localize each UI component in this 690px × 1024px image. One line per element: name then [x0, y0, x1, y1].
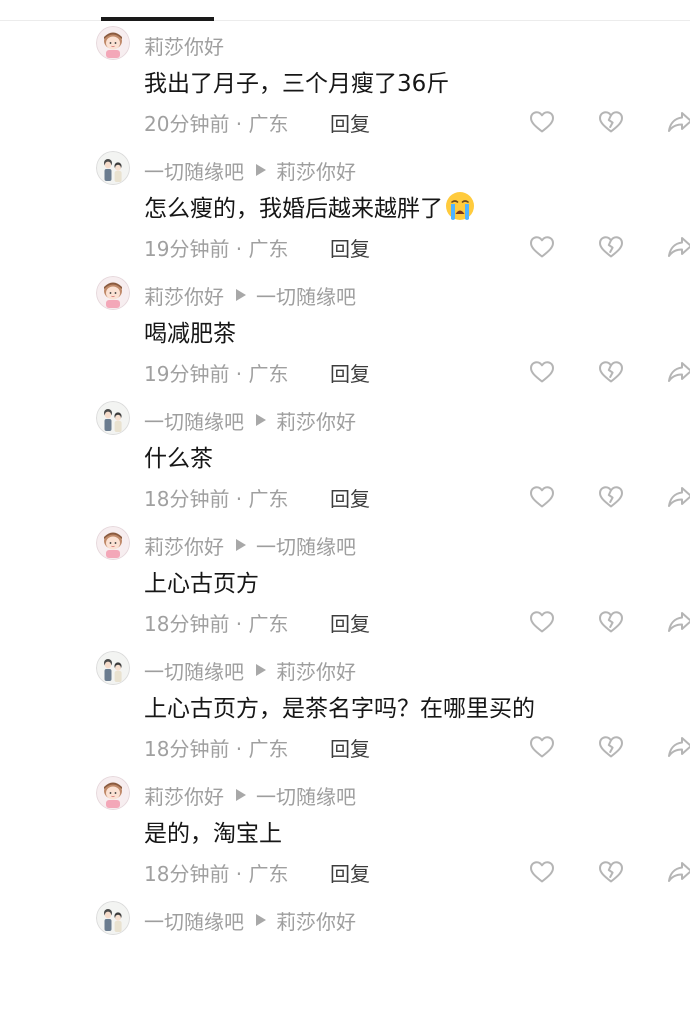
comment-item: 莉莎你好 一切随缘吧是的，淘宝上 18分钟前 · 广东 回复: [0, 775, 690, 899]
share-arrow-icon[interactable]: [665, 107, 690, 137]
comment-timestamp: 18分钟前 · 广东: [144, 861, 289, 886]
comment-timestamp: 20分钟前 · 广东: [144, 111, 289, 136]
reply-button[interactable]: 回复: [330, 857, 370, 887]
share-arrow-icon[interactable]: [665, 482, 690, 512]
comment-meta: 一切随缘吧 莉莎你好: [144, 655, 356, 685]
author-name[interactable]: 莉莎你好: [144, 531, 224, 560]
comment-item: 一切随缘吧 莉莎你好上心古页方，是茶名字吗？在哪里买的 18分钟前 · 广东 回复: [0, 650, 690, 774]
comment-timestamp: 19分钟前 · 广东: [144, 236, 289, 261]
author-name[interactable]: 一切随缘吧: [144, 906, 244, 935]
lisa-avatar[interactable]: [96, 776, 130, 810]
comment-text: 上心古页方: [144, 563, 259, 599]
comment-body: 上心古页方: [144, 571, 259, 597]
comment-text: 喝减肥茶: [144, 313, 236, 349]
active-tab-indicator: [101, 17, 214, 21]
comment-meta: 一切随缘吧 莉莎你好: [144, 405, 356, 435]
comment-timestamp: 18分钟前 · 广东: [144, 736, 289, 761]
comment-meta: 一切随缘吧 莉莎你好: [144, 155, 356, 185]
broken-heart-icon[interactable]: [596, 107, 626, 137]
comment-item: 一切随缘吧 莉莎你好: [0, 900, 690, 1024]
heart-outline-icon[interactable]: [527, 857, 557, 887]
heart-outline-icon[interactable]: [527, 732, 557, 762]
comment-timestamp: 19分钟前 · 广东: [144, 361, 289, 386]
author-name[interactable]: 莉莎你好: [144, 781, 224, 810]
comment-meta: 一切随缘吧 莉莎你好: [144, 905, 356, 935]
author-name[interactable]: 莉莎你好: [144, 281, 224, 310]
triangle-right-icon: [236, 289, 246, 301]
reply-button[interactable]: 回复: [330, 482, 370, 512]
broken-heart-icon[interactable]: [596, 482, 626, 512]
triangle-right-icon: [236, 789, 246, 801]
reply-button[interactable]: 回复: [330, 232, 370, 262]
comment-text: 什么茶: [144, 438, 213, 474]
comment-item: 莉莎你好 一切随缘吧上心古页方 18分钟前 · 广东 回复: [0, 525, 690, 649]
triangle-right-icon: [256, 914, 266, 926]
comment-body: 喝减肥茶: [144, 321, 236, 347]
triangle-right-icon: [256, 414, 266, 426]
yiqie-avatar[interactable]: [96, 151, 130, 185]
yiqie-avatar[interactable]: [96, 401, 130, 435]
broken-heart-icon[interactable]: [596, 357, 626, 387]
comment-body: 什么茶: [144, 446, 213, 472]
author-name[interactable]: 一切随缘吧: [144, 156, 244, 185]
comment-text: 怎么瘦的，我婚后越来越胖了: [144, 188, 475, 224]
comment-timestamp: 18分钟前 · 广东: [144, 486, 289, 511]
triangle-right-icon: [236, 539, 246, 551]
lisa-avatar[interactable]: [96, 526, 130, 560]
yiqie-avatar[interactable]: [96, 901, 130, 935]
heart-outline-icon[interactable]: [527, 357, 557, 387]
comment-item: 莉莎你好我出了月子，三个月瘦了36斤 20分钟前 · 广东 回复: [0, 25, 690, 149]
comment-meta: 莉莎你好 一切随缘吧: [144, 530, 356, 560]
comment-text: 是的，淘宝上: [144, 813, 282, 849]
comment-item: 一切随缘吧 莉莎你好怎么瘦的，我婚后越来越胖了 19分钟前 · 广东 回复: [0, 150, 690, 274]
comment-meta: 莉莎你好 一切随缘吧: [144, 780, 356, 810]
share-arrow-icon[interactable]: [665, 607, 690, 637]
reply-to-name[interactable]: 莉莎你好: [276, 656, 356, 685]
yiqie-avatar[interactable]: [96, 651, 130, 685]
comment-text: 上心古页方，是茶名字吗？在哪里买的: [144, 688, 535, 724]
broken-heart-icon[interactable]: [596, 857, 626, 887]
heart-outline-icon[interactable]: [527, 607, 557, 637]
lisa-avatar[interactable]: [96, 26, 130, 60]
comment-meta: 莉莎你好 一切随缘吧: [144, 280, 356, 310]
heart-outline-icon[interactable]: [527, 107, 557, 137]
comment-body: 是的，淘宝上: [144, 821, 282, 847]
share-arrow-icon[interactable]: [665, 357, 690, 387]
reply-to-name[interactable]: 莉莎你好: [276, 906, 356, 935]
comment-body: 怎么瘦的，我婚后越来越胖了: [144, 196, 443, 222]
reply-button[interactable]: 回复: [330, 607, 370, 637]
comment-item: 一切随缘吧 莉莎你好什么茶 18分钟前 · 广东 回复: [0, 400, 690, 524]
reply-to-name[interactable]: 一切随缘吧: [256, 281, 356, 310]
heart-outline-icon[interactable]: [527, 482, 557, 512]
share-arrow-icon[interactable]: [665, 732, 690, 762]
comment-text: 我出了月子，三个月瘦了36斤: [144, 63, 449, 99]
crying-face-emoji: [443, 191, 475, 221]
reply-to-name[interactable]: 一切随缘吧: [256, 781, 356, 810]
reply-to-name[interactable]: 莉莎你好: [276, 406, 356, 435]
reply-to-name[interactable]: 一切随缘吧: [256, 531, 356, 560]
author-name[interactable]: 一切随缘吧: [144, 656, 244, 685]
lisa-avatar[interactable]: [96, 276, 130, 310]
reply-button[interactable]: 回复: [330, 107, 370, 137]
broken-heart-icon[interactable]: [596, 732, 626, 762]
triangle-right-icon: [256, 164, 266, 176]
share-arrow-icon[interactable]: [665, 232, 690, 262]
broken-heart-icon[interactable]: [596, 232, 626, 262]
triangle-right-icon: [256, 664, 266, 676]
comment-timestamp: 18分钟前 · 广东: [144, 611, 289, 636]
author-name[interactable]: 一切随缘吧: [144, 406, 244, 435]
reply-to-name[interactable]: 莉莎你好: [276, 156, 356, 185]
comment-body: 上心古页方，是茶名字吗？在哪里买的: [144, 696, 535, 722]
reply-button[interactable]: 回复: [330, 732, 370, 762]
comment-meta: 莉莎你好: [144, 30, 224, 60]
reply-button[interactable]: 回复: [330, 357, 370, 387]
share-arrow-icon[interactable]: [665, 857, 690, 887]
comment-item: 莉莎你好 一切随缘吧 喝减肥茶 19分钟前 · 广东 回复: [0, 275, 690, 399]
author-name[interactable]: 莉莎你好: [144, 31, 224, 60]
heart-outline-icon[interactable]: [527, 232, 557, 262]
comment-body: 我出了月子，三个月瘦了36斤: [144, 71, 450, 97]
broken-heart-icon[interactable]: [596, 607, 626, 637]
